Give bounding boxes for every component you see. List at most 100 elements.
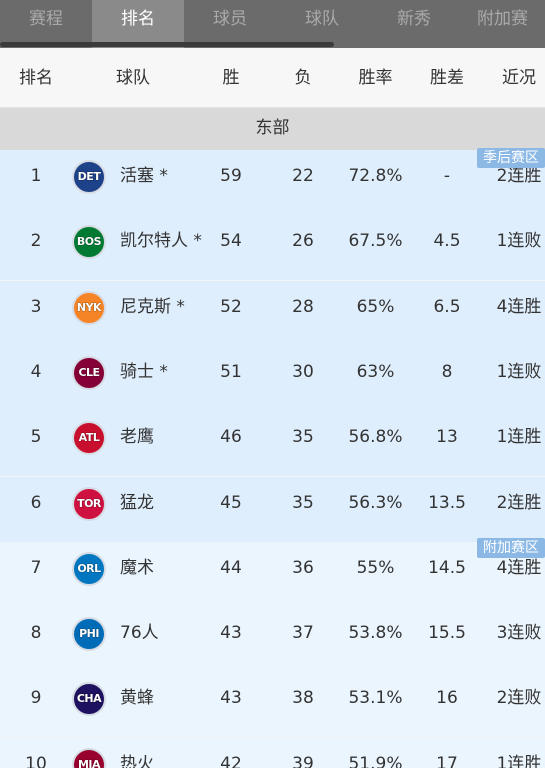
- wins-cell: 42: [220, 753, 242, 768]
- tab-players[interactable]: 球员: [184, 0, 276, 48]
- pct-cell: 67.5%: [348, 231, 403, 252]
- team-logo: PHI: [72, 617, 106, 652]
- streak-cell: 1连胜: [496, 753, 542, 768]
- team-row[interactable]: 7 44 36 55% 14.5 4连胜 ORL 魔术: [0, 541, 545, 607]
- streak-cell: 3连败: [496, 623, 542, 644]
- streak-cell: 2连胜: [496, 492, 542, 513]
- team-logo-abbr: CLE: [78, 365, 100, 379]
- losses-cell: 35: [292, 427, 314, 448]
- team-row[interactable]: 4 51 30 63% 8 1连败 CLE 骑士 *: [0, 345, 545, 411]
- rank-cell: 3: [30, 296, 42, 317]
- losses-cell: 36: [292, 557, 314, 578]
- team-logo: CLE: [72, 355, 106, 390]
- team-name[interactable]: 魔术: [120, 542, 208, 607]
- col-header-gb: 胜差: [430, 68, 464, 88]
- gb-cell: 17: [436, 753, 458, 768]
- pct-cell: 72.8%: [348, 166, 403, 186]
- streak-cell: 1连胜: [496, 427, 542, 448]
- wins-cell: 46: [220, 427, 242, 448]
- losses-cell: 37: [292, 623, 314, 644]
- pct-cell: 53.1%: [348, 688, 403, 709]
- losses-cell: 38: [292, 688, 314, 709]
- team-logo-abbr: DET: [77, 170, 101, 183]
- team-logo-abbr: TOR: [77, 496, 101, 510]
- team-row[interactable]: 9 43 38 53.1% 16 2连败 CHA 黄蜂: [0, 672, 545, 738]
- rank-cell: 4: [30, 361, 42, 382]
- team-row[interactable]: 6 45 35 56.3% 13.5 2连胜 TOR 猛龙: [0, 476, 545, 542]
- team-logo: DET: [72, 160, 106, 194]
- team-logo: BOS: [72, 225, 106, 260]
- playin-zone-tag: 附加赛区: [477, 537, 545, 558]
- pct-cell: 56.8%: [348, 427, 403, 448]
- rank-cell: 8: [30, 623, 42, 644]
- streak-cell: 4连胜: [496, 296, 542, 317]
- wins-cell: 52: [220, 296, 242, 317]
- rank-cell: 5: [30, 427, 42, 448]
- gb-cell: 13.5: [428, 492, 466, 513]
- tab-play-in[interactable]: 附加赛: [460, 0, 545, 48]
- conference-label: 东部: [0, 108, 545, 150]
- team-row[interactable]: 10 42 39 51.9% 17 1连胜 MIA 热火: [0, 737, 545, 768]
- team-logo-abbr: CHA: [76, 692, 102, 706]
- pct-cell: 51.9%: [348, 753, 403, 768]
- tab-rookies[interactable]: 新秀: [368, 0, 460, 48]
- wins-cell: 44: [220, 557, 242, 578]
- team-logo: ORL: [72, 551, 106, 586]
- team-row[interactable]: 5 46 35 56.8% 13 1连胜 ATL 老鹰: [0, 411, 545, 477]
- rank-cell: 6: [30, 492, 42, 513]
- team-logo-abbr: MIA: [77, 757, 101, 768]
- losses-cell: 22: [292, 166, 314, 186]
- team-name[interactable]: 老鹰: [120, 411, 208, 476]
- team-name[interactable]: 活塞 *: [120, 150, 208, 215]
- team-logo-abbr: ORL: [77, 561, 101, 575]
- team-row[interactable]: 2 54 26 67.5% 4.5 1连败 BOS 凯尔特人 *: [0, 215, 545, 281]
- losses-cell: 35: [292, 492, 314, 513]
- wins-cell: 43: [220, 688, 242, 709]
- gb-cell: 16: [436, 688, 458, 709]
- rank-cell: 7: [30, 557, 42, 578]
- wins-cell: 51: [220, 361, 242, 382]
- pct-cell: 55%: [356, 557, 395, 578]
- team-row[interactable]: 8 43 37 53.8% 15.5 3连败 PHI 76人: [0, 607, 545, 673]
- team-row[interactable]: 1 59 22 72.8% -2连胜 DET 活塞 *: [0, 150, 545, 215]
- team-name[interactable]: 骑士 *: [120, 346, 208, 411]
- streak-cell: 1连败: [496, 361, 542, 382]
- team-name[interactable]: 猛龙: [120, 477, 208, 542]
- col-header-rank: 排名: [19, 68, 53, 88]
- team-logo-abbr: BOS: [76, 235, 102, 249]
- col-header-streak: 近况: [502, 68, 536, 88]
- team-name[interactable]: 黄蜂: [120, 672, 208, 737]
- standings-header: 排名 球队 胜 负 胜率 胜差 近况: [0, 48, 545, 108]
- team-name[interactable]: 76人: [120, 607, 208, 672]
- tab-standings[interactable]: 排名: [92, 0, 184, 48]
- top-tab-bar: 赛程 排名 球员 球队 新秀 附加赛: [0, 0, 545, 48]
- rank-cell: 9: [30, 688, 42, 709]
- streak-cell: 2连败: [496, 688, 542, 709]
- pct-cell: 56.3%: [348, 492, 403, 513]
- team-name[interactable]: 凯尔特人 *: [120, 215, 208, 280]
- col-header-losses: 负: [294, 68, 312, 88]
- tab-teams[interactable]: 球队: [276, 0, 368, 48]
- gb-cell: 8: [441, 361, 453, 382]
- team-name[interactable]: 热火: [120, 738, 208, 768]
- gb-cell: -: [443, 166, 451, 186]
- col-header-wins: 胜: [222, 68, 240, 88]
- team-row[interactable]: 3 52 28 65% 6.5 4连胜 NYK 尼克斯 *: [0, 280, 545, 346]
- col-header-team: 球队: [116, 68, 150, 88]
- tab-schedule[interactable]: 赛程: [0, 0, 92, 48]
- gb-cell: 4.5: [433, 231, 461, 252]
- pct-cell: 65%: [356, 296, 395, 317]
- losses-cell: 30: [292, 361, 314, 382]
- gb-cell: 15.5: [428, 623, 466, 644]
- team-name[interactable]: 尼克斯 *: [120, 281, 208, 346]
- col-header-pct: 胜率: [358, 68, 393, 88]
- pct-cell: 53.8%: [348, 623, 403, 644]
- gb-cell: 6.5: [433, 296, 461, 317]
- gb-cell: 13: [436, 427, 458, 448]
- playoff-zone-tag: 季后赛区: [477, 148, 545, 168]
- wins-cell: 43: [220, 623, 242, 644]
- rank-cell: 1: [30, 166, 42, 186]
- team-logo: MIA: [72, 747, 106, 768]
- wins-cell: 45: [220, 492, 242, 513]
- losses-cell: 26: [292, 231, 314, 252]
